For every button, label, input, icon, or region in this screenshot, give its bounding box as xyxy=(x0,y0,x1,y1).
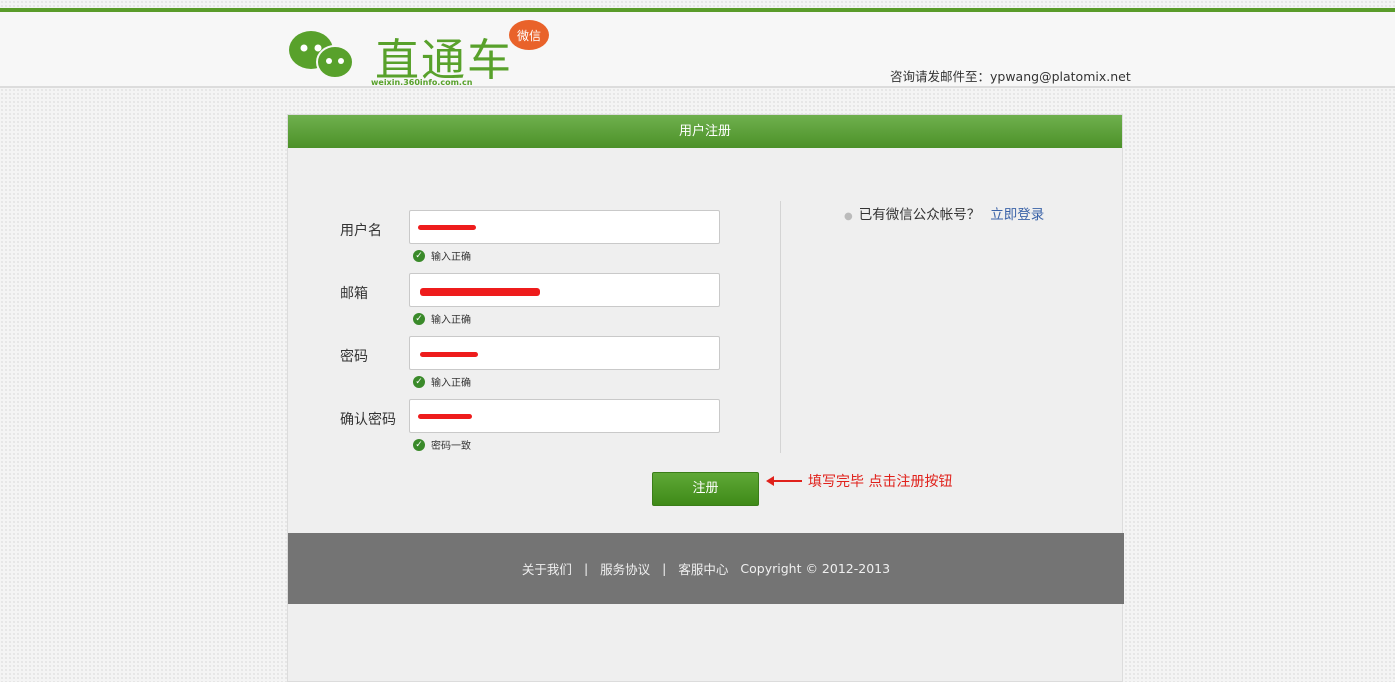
confirm-password-field[interactable] xyxy=(409,399,720,433)
email-field[interactable] xyxy=(409,273,720,307)
wechat-logo-icon xyxy=(289,31,354,79)
check-icon: ✓ xyxy=(413,375,425,388)
site-logo[interactable]: 直通车 weixin.360info.com.cn 微信 xyxy=(285,20,555,87)
footer-terms-link[interactable]: 服务协议 xyxy=(600,559,650,578)
email-label: 邮箱 xyxy=(340,286,368,302)
footer-separator: | xyxy=(583,561,589,576)
username-input[interactable] xyxy=(409,210,720,244)
site-header: 直通车 weixin.360info.com.cn 微信 咨询请发邮件至：ypw… xyxy=(0,12,1395,88)
annotation-text: 填写完毕 点击注册按钮 xyxy=(808,474,953,490)
redaction-mark xyxy=(420,288,540,296)
redaction-mark xyxy=(420,352,478,357)
status-text: 输入正确 xyxy=(431,315,471,326)
status-text: 密码一致 xyxy=(431,441,471,452)
footer-support-link[interactable]: 客服中心 xyxy=(678,559,728,578)
login-prompt: ● 已有微信公众帐号？ 立即登录 xyxy=(844,203,1044,223)
redaction-mark xyxy=(418,414,472,419)
password-field[interactable] xyxy=(409,336,720,370)
logo-badge: 微信 xyxy=(509,20,549,50)
check-icon: ✓ xyxy=(413,249,425,262)
panel-title: 用户注册 xyxy=(288,115,1122,148)
password-status: ✓ 输入正确 xyxy=(413,374,471,389)
check-icon: ✓ xyxy=(413,312,425,325)
footer-separator: | xyxy=(662,561,667,576)
status-text: 输入正确 xyxy=(431,378,471,389)
email-status: ✓ 输入正确 xyxy=(413,311,471,326)
username-status: ✓ 输入正确 xyxy=(413,248,471,263)
check-icon: ✓ xyxy=(413,438,425,451)
register-button[interactable]: 注册 xyxy=(652,472,759,506)
vertical-divider xyxy=(780,201,781,453)
site-footer: 关于我们 | 服务协议 | 客服中心 Copyright © 2012-2013 xyxy=(288,533,1124,604)
redaction-mark xyxy=(418,225,476,230)
confirm-password-label: 确认密码 xyxy=(340,412,396,428)
login-link[interactable]: 立即登录 xyxy=(990,207,1044,223)
password-label: 密码 xyxy=(340,349,368,365)
contact-email: 咨询请发邮件至：ypwang@platomix.net xyxy=(890,69,1131,84)
confirm-password-status: ✓ 密码一致 xyxy=(413,437,471,452)
status-text: 输入正确 xyxy=(431,252,471,263)
footer-copyright: Copyright © 2012-2013 xyxy=(740,561,891,576)
username-label: 用户名 xyxy=(340,223,382,239)
footer-about-link[interactable]: 关于我们 xyxy=(522,559,572,578)
bullet-icon: ● xyxy=(844,211,853,222)
register-panel: 用户注册 用户名 ✓ 输入正确 邮箱 ✓ 输入正确 密码 ✓ 输入正确 确认密码… xyxy=(287,114,1124,682)
annotation-note: 填写完毕 点击注册按钮 xyxy=(766,471,953,491)
login-prompt-text: 已有微信公众帐号？ xyxy=(858,207,981,223)
logo-url: weixin.360info.com.cn xyxy=(371,78,473,87)
arrow-left-icon xyxy=(766,476,802,486)
